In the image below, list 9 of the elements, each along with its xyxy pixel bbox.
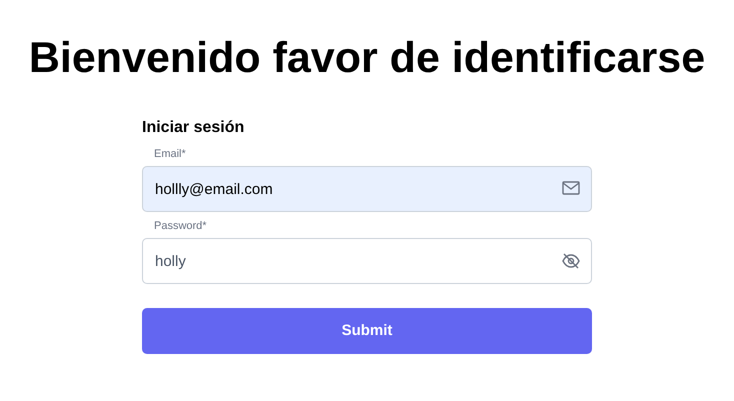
page-heading: Bienvenido favor de identificarse	[28, 33, 706, 84]
field-label: Email*	[154, 147, 187, 161]
submit-button[interactable]: Submit	[142, 308, 592, 354]
eye-slash-icon	[562, 253, 580, 269]
form-title: Iniciar sesión	[142, 118, 246, 138]
password-field[interactable]: holly	[142, 238, 592, 284]
field-label: Password*	[154, 219, 208, 233]
email-field[interactable]: hollly@email.com	[142, 166, 592, 212]
mail-icon	[562, 181, 580, 195]
